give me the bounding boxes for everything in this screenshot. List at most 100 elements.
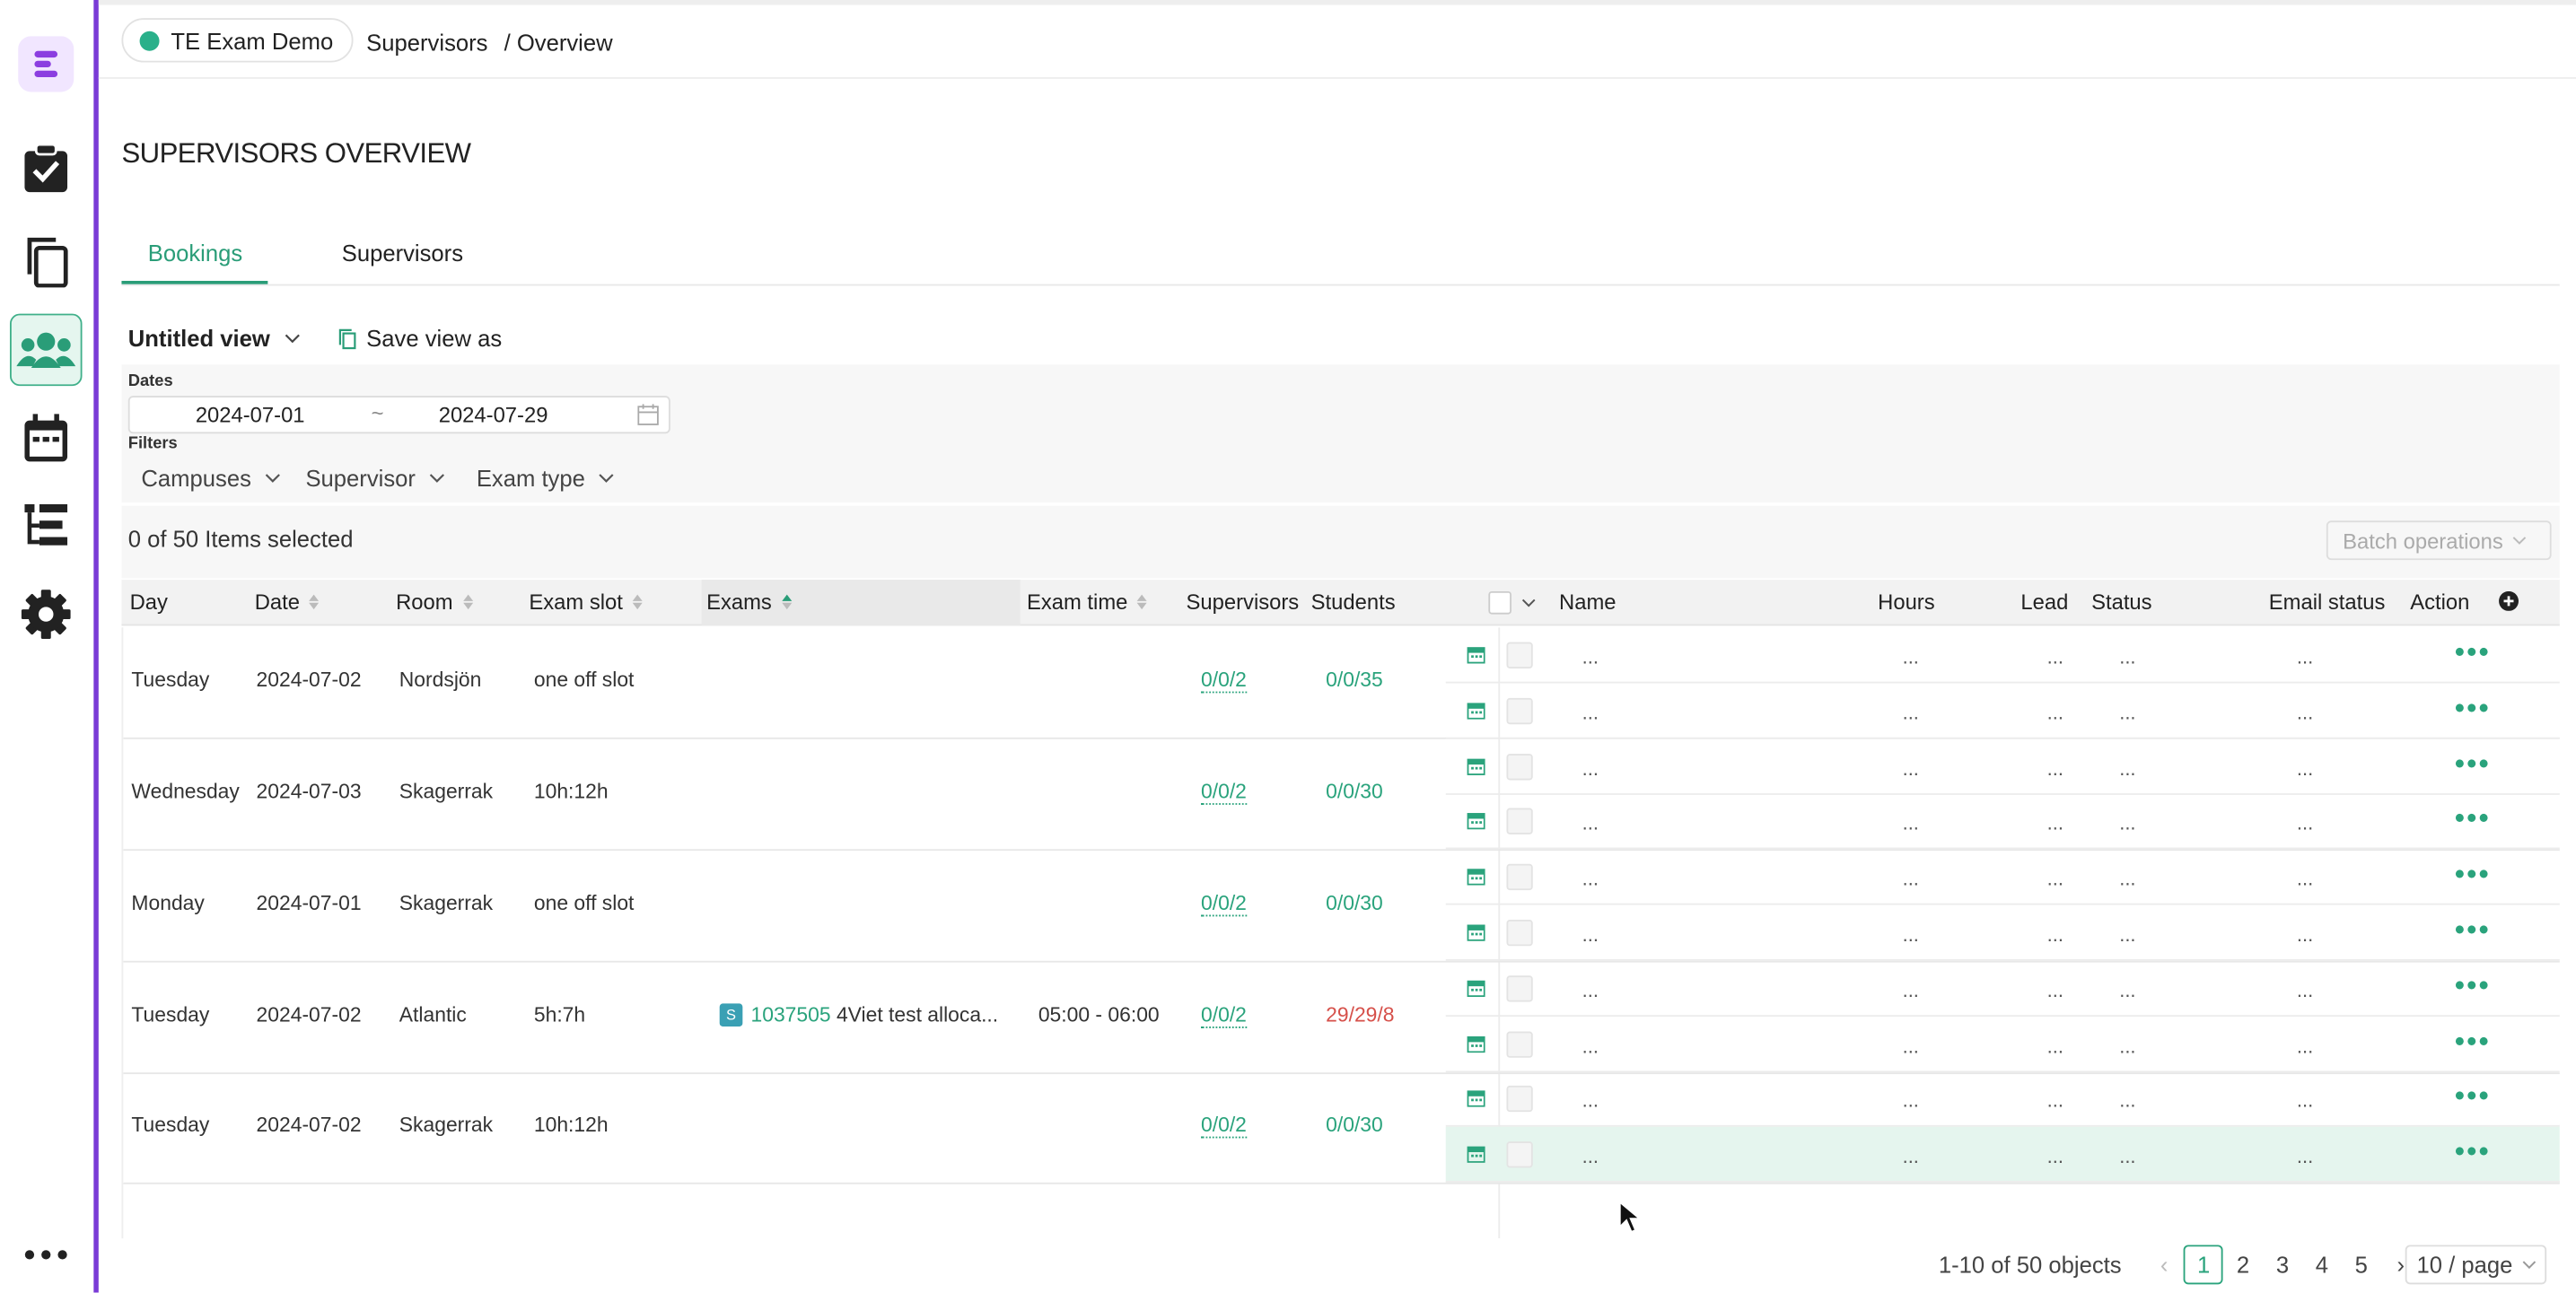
exam-id-link[interactable]: 1037505 <box>750 1003 830 1027</box>
calendar-icon[interactable] <box>1467 701 1485 720</box>
tab-supervisors[interactable]: Supervisors <box>342 240 463 266</box>
cell-supervisors[interactable]: 0/0/2 <box>1201 892 1247 917</box>
page-3[interactable]: 3 <box>2263 1245 2302 1284</box>
cell-lead: ... <box>2046 811 2064 835</box>
cell-email-status: ... <box>2296 811 2314 835</box>
prev-page-icon[interactable]: ‹ <box>2144 1245 2184 1284</box>
sort-icon[interactable] <box>309 594 320 610</box>
date-from[interactable]: 2024-07-01 <box>196 402 305 426</box>
cell-supervisors[interactable]: 0/0/2 <box>1201 1003 1247 1028</box>
supervisor-slot-row[interactable]: ............... ••• <box>1445 627 2560 684</box>
page-size-select[interactable]: 10 / page <box>2405 1245 2547 1285</box>
filter-exam-type[interactable]: Exam type <box>477 465 615 491</box>
cell-supervisors[interactable]: 0/0/2 <box>1201 780 1247 805</box>
row-actions-icon[interactable]: ••• <box>2455 1135 2491 1169</box>
select-all-checkbox[interactable] <box>1488 590 1536 615</box>
breadcrumb-supervisors[interactable]: Supervisors <box>366 30 487 56</box>
supervisor-slot-row[interactable]: ............... ••• <box>1445 1071 2560 1128</box>
row-actions-icon[interactable]: ••• <box>2455 858 2491 892</box>
row-checkbox[interactable] <box>1506 642 1533 668</box>
row-actions-icon[interactable]: ••• <box>2455 747 2491 781</box>
supervisor-slot-row[interactable]: ............... ••• <box>1445 738 2560 795</box>
supervisor-slot-row[interactable]: ............... ••• <box>1445 850 2560 905</box>
supervisor-slot-row[interactable]: ............... ••• <box>1445 960 2560 1017</box>
date-range-picker[interactable]: 2024-07-01 ~ 2024-07-29 <box>127 396 670 434</box>
chevron-down-icon[interactable] <box>1521 598 1536 607</box>
row-checkbox[interactable] <box>1506 753 1533 780</box>
col-exam-slot[interactable]: Exam slot <box>529 590 643 615</box>
row-checkbox[interactable] <box>1506 808 1533 835</box>
cell-supervisors[interactable]: 0/0/2 <box>1201 1114 1247 1139</box>
calendar-icon[interactable] <box>1467 923 1485 941</box>
add-column-icon[interactable] <box>2499 590 2519 611</box>
sort-icon[interactable] <box>462 594 473 610</box>
filter-campuses[interactable]: Campuses <box>141 465 280 491</box>
chevron-down-icon <box>2511 537 2526 545</box>
calendar-icon[interactable] <box>1467 1089 1485 1108</box>
app-logo-icon[interactable] <box>10 28 83 100</box>
save-view-button[interactable]: Save view as <box>338 325 503 352</box>
row-checkbox[interactable] <box>1506 864 1533 891</box>
page-1[interactable]: 1 <box>2184 1245 2224 1285</box>
calendar-icon[interactable] <box>1467 645 1485 664</box>
col-exams[interactable]: Exams <box>706 590 792 615</box>
calendar-icon[interactable] <box>1467 1034 1485 1053</box>
row-checkbox[interactable] <box>1506 697 1533 724</box>
calendar-icon[interactable] <box>1467 868 1485 886</box>
calendar-icon[interactable] <box>1467 756 1485 775</box>
view-selector[interactable]: Untitled view <box>128 325 302 352</box>
row-actions-icon[interactable]: ••• <box>2455 691 2491 725</box>
cell-supervisors[interactable]: 0/0/2 <box>1201 668 1247 694</box>
app-switcher[interactable]: TE Exam Demo <box>121 18 354 63</box>
filter-supervisor[interactable]: Supervisor <box>305 465 444 491</box>
calendar-icon[interactable] <box>1467 1145 1485 1164</box>
sort-icon[interactable] <box>781 594 792 610</box>
sort-icon[interactable] <box>1137 594 1148 610</box>
calendar-icon[interactable] <box>1467 812 1485 831</box>
users-icon[interactable] <box>9 313 83 387</box>
page-5[interactable]: 5 <box>2342 1245 2381 1284</box>
supervisor-slot-row[interactable]: ............... ••• <box>1445 794 2560 851</box>
tab-bookings[interactable]: Bookings <box>148 240 242 266</box>
cell-lead: ... <box>2046 1145 2064 1168</box>
row-actions-icon[interactable]: ••• <box>2455 913 2491 948</box>
date-separator: ~ <box>371 400 384 426</box>
col-room[interactable]: Room <box>396 590 473 615</box>
gear-icon[interactable] <box>10 578 83 651</box>
batch-operations-button[interactable]: Batch operations <box>2326 520 2552 561</box>
supervisor-slot-row[interactable]: ............... ••• <box>1445 683 2560 739</box>
date-to[interactable]: 2024-07-29 <box>439 402 548 426</box>
col-exam-time[interactable]: Exam time <box>1027 590 1148 615</box>
supervisor-slot-row[interactable]: ............... ••• <box>1445 1016 2560 1072</box>
row-actions-icon[interactable]: ••• <box>2455 802 2491 836</box>
row-checkbox[interactable] <box>1506 1030 1533 1058</box>
supervisor-slot-row[interactable]: ............... ••• <box>1445 1126 2560 1184</box>
cell-date: 2024-07-01 <box>256 891 362 915</box>
chevron-down-icon <box>265 474 280 483</box>
calendar-icon[interactable] <box>10 402 83 475</box>
clipboard-check-icon[interactable] <box>10 133 83 205</box>
row-checkbox[interactable] <box>1506 1086 1533 1113</box>
more-icon[interactable] <box>10 1219 83 1291</box>
row-checkbox[interactable] <box>1506 1141 1533 1168</box>
cell-lead: ... <box>2046 922 2064 947</box>
calendar-icon[interactable] <box>1467 979 1485 997</box>
row-checkbox[interactable] <box>1506 974 1533 1002</box>
row-actions-icon[interactable]: ••• <box>2455 969 2491 1003</box>
page-2[interactable]: 2 <box>2223 1245 2263 1284</box>
copy-icon[interactable] <box>10 225 83 298</box>
cell-name: ... <box>1582 1034 1599 1058</box>
cell-day: Tuesday <box>131 1003 210 1027</box>
tree-list-icon[interactable] <box>10 489 83 562</box>
row-actions-icon[interactable]: ••• <box>2455 635 2491 669</box>
row-checkbox[interactable] <box>1506 920 1533 947</box>
row-actions-icon[interactable]: ••• <box>2455 1024 2491 1058</box>
supervisor-slot-row[interactable]: ............... ••• <box>1445 905 2560 961</box>
save-view-label: Save view as <box>366 325 503 352</box>
row-actions-icon[interactable]: ••• <box>2455 1079 2491 1114</box>
cell-status: ... <box>2119 756 2136 780</box>
page-4[interactable]: 4 <box>2302 1245 2342 1284</box>
cell-name: ... <box>1582 1145 1599 1168</box>
col-date[interactable]: Date <box>255 590 320 615</box>
sort-icon[interactable] <box>632 594 643 610</box>
